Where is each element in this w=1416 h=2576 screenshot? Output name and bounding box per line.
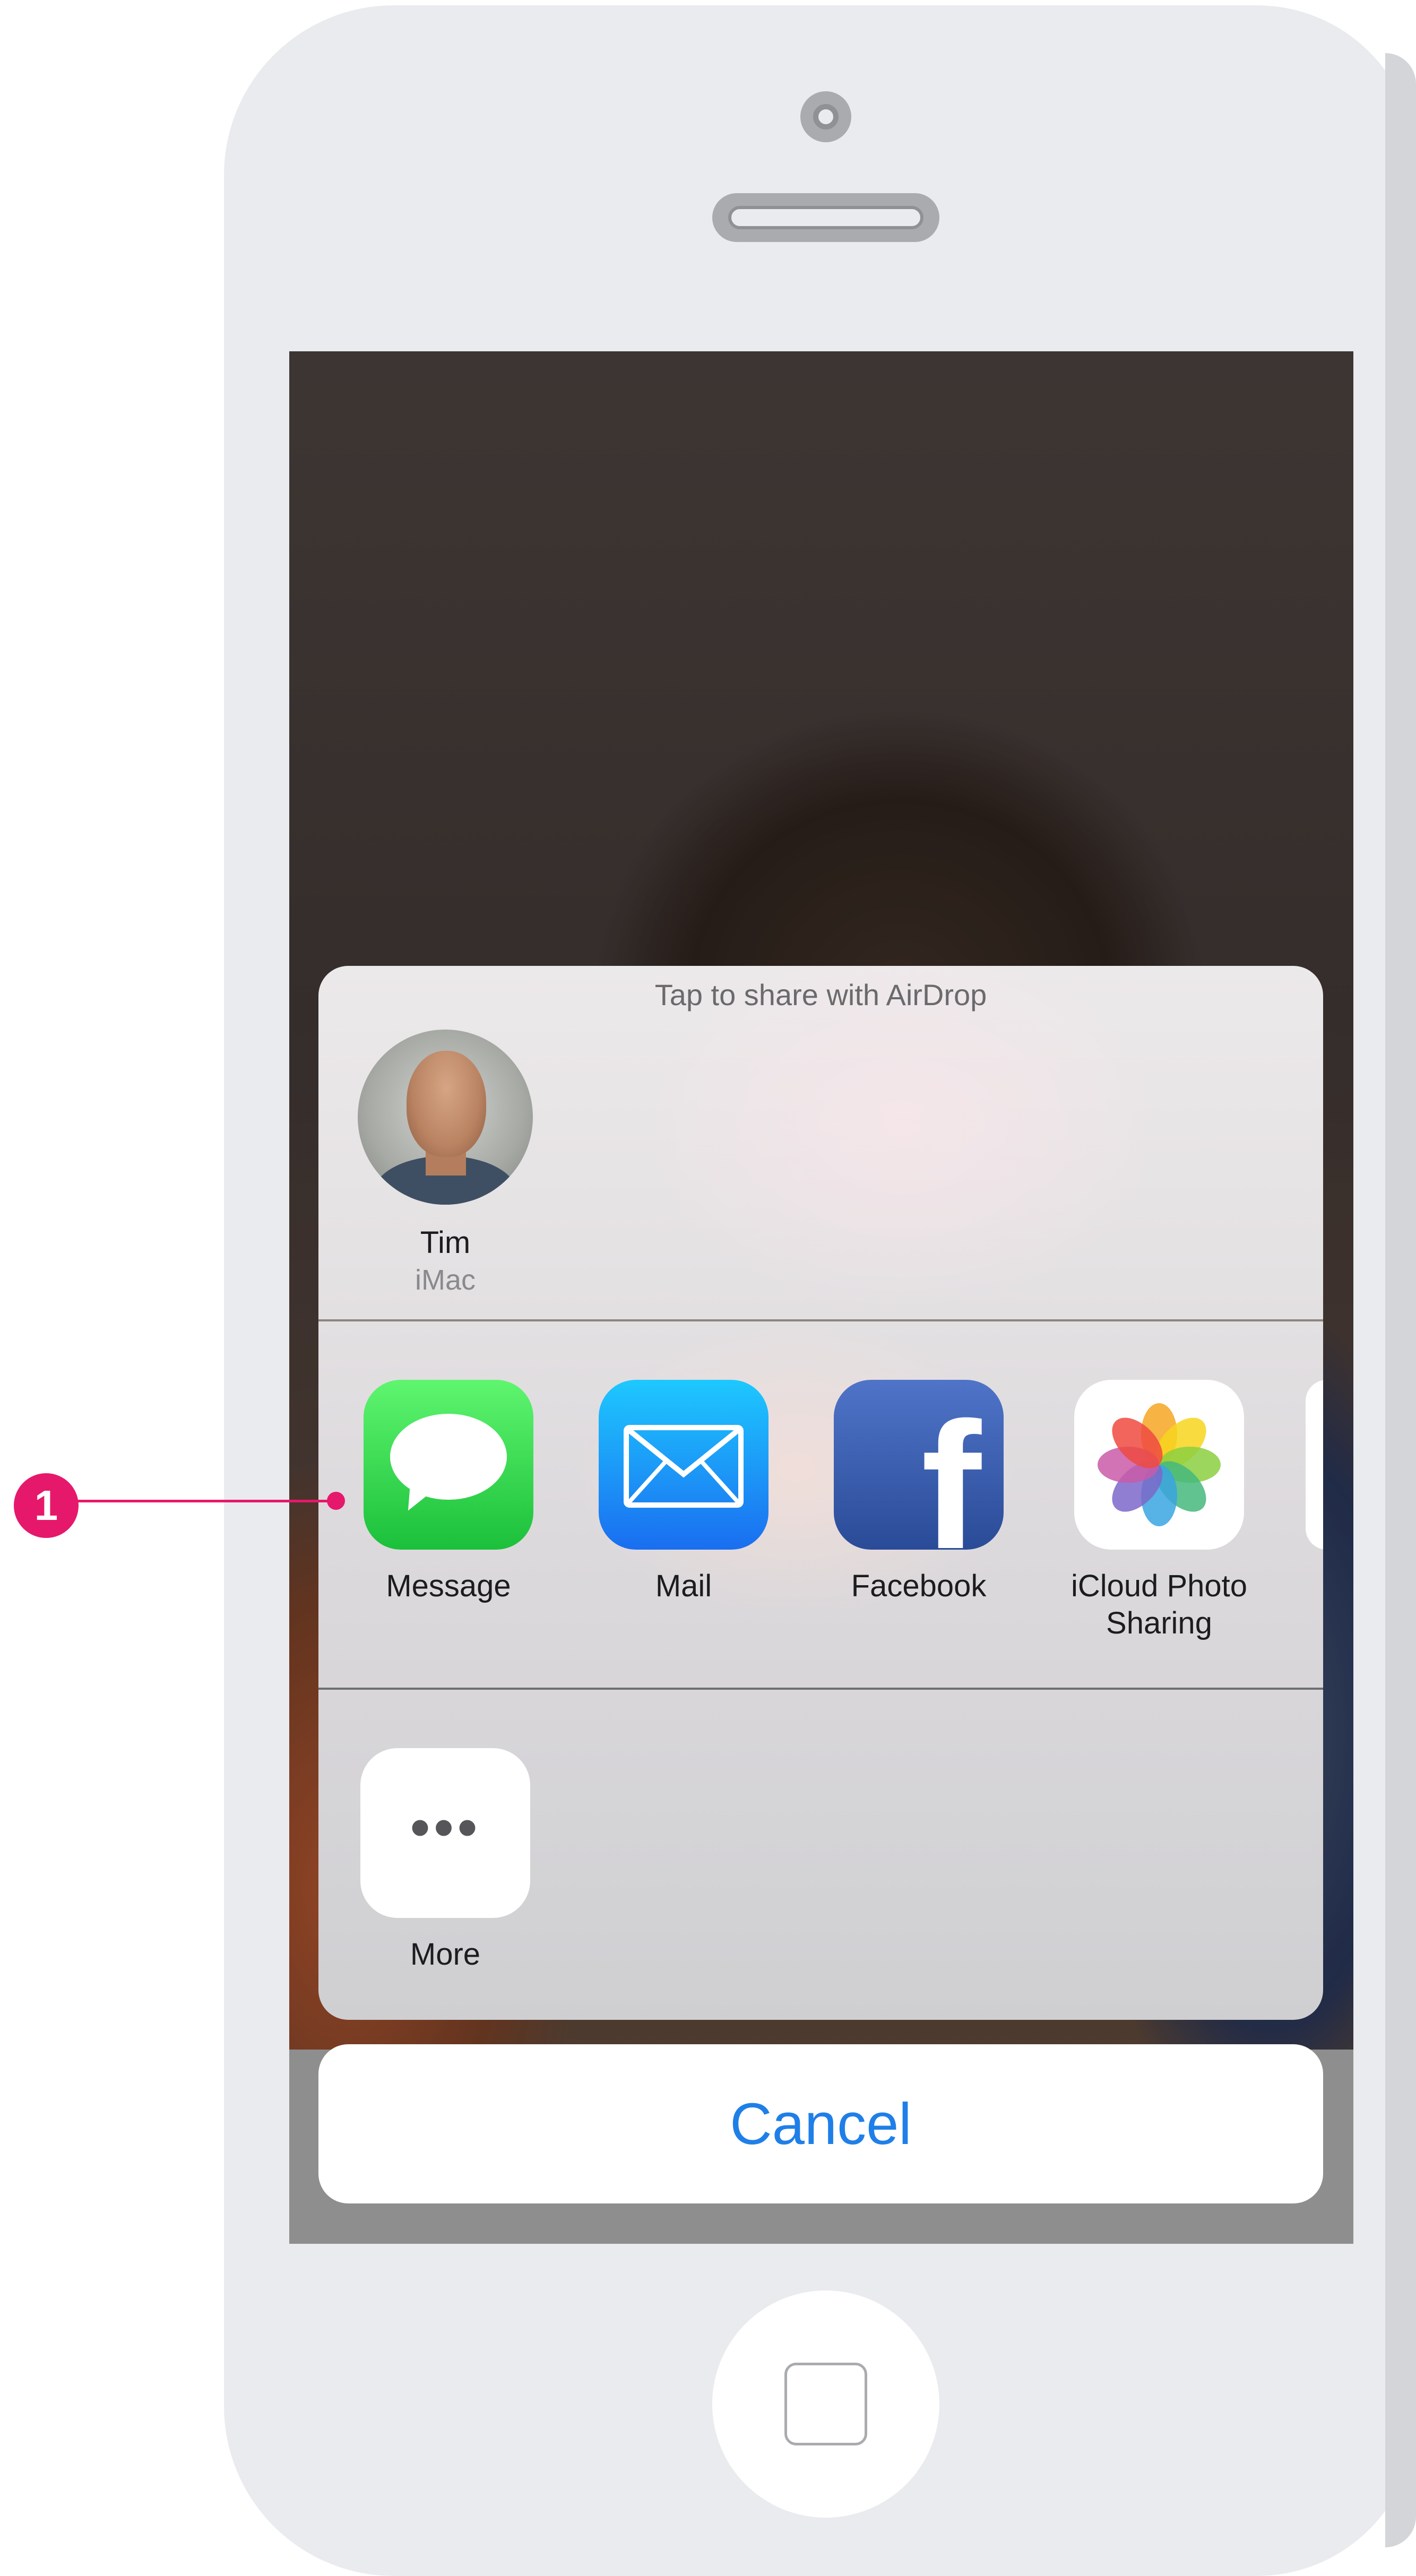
airdrop-hint: Tap to share with AirDrop	[654, 978, 987, 1012]
share-app-facebook[interactable]: f Facebook	[813, 1380, 1025, 1605]
share-apps-row: Message Mail f Facebook iCloud Photo Sha…	[318, 1380, 1323, 1677]
share-app-label: Message	[386, 1569, 511, 1603]
share-sheet: Tap to share with AirDrop Tim iMac Messa…	[318, 966, 1323, 2020]
annotation-callout-line	[47, 1500, 338, 1502]
share-app-message[interactable]: Message	[342, 1380, 555, 1605]
share-app-icloud-photo-sharing[interactable]: iCloud Photo Sharing	[1048, 1380, 1271, 1642]
share-app-partial-next[interactable]	[1306, 1380, 1323, 1550]
share-app-mail[interactable]: Mail	[577, 1380, 790, 1605]
annotation-callout-dot	[327, 1492, 345, 1510]
annotation-badge: 1	[14, 1473, 79, 1538]
airdrop-person-name: Tim	[420, 1225, 471, 1260]
share-app-label: iCloud Photo Sharing	[1070, 1569, 1248, 1640]
divider	[318, 1319, 1323, 1321]
cancel-button[interactable]: Cancel	[318, 2044, 1323, 2203]
airdrop-person-tim[interactable]: Tim iMac	[358, 1030, 533, 1296]
share-app-label: Mail	[655, 1569, 712, 1603]
home-square-icon	[784, 2363, 867, 2445]
home-button[interactable]	[712, 2290, 939, 2518]
front-camera	[800, 91, 851, 142]
avatar	[358, 1030, 533, 1205]
phone-side-edge	[1385, 53, 1416, 2547]
more-icon: •••	[360, 1748, 530, 1918]
photos-icon	[1074, 1380, 1244, 1550]
earpiece-speaker	[712, 193, 939, 242]
airdrop-person-device: iMac	[415, 1264, 476, 1296]
divider	[318, 1688, 1323, 1690]
share-app-label: Facebook	[851, 1569, 987, 1603]
more-action[interactable]: ••• More	[358, 1748, 533, 1973]
messages-icon	[364, 1380, 533, 1550]
mail-icon	[599, 1380, 769, 1550]
facebook-icon: f	[834, 1380, 1004, 1550]
more-label: More	[410, 1937, 481, 1972]
